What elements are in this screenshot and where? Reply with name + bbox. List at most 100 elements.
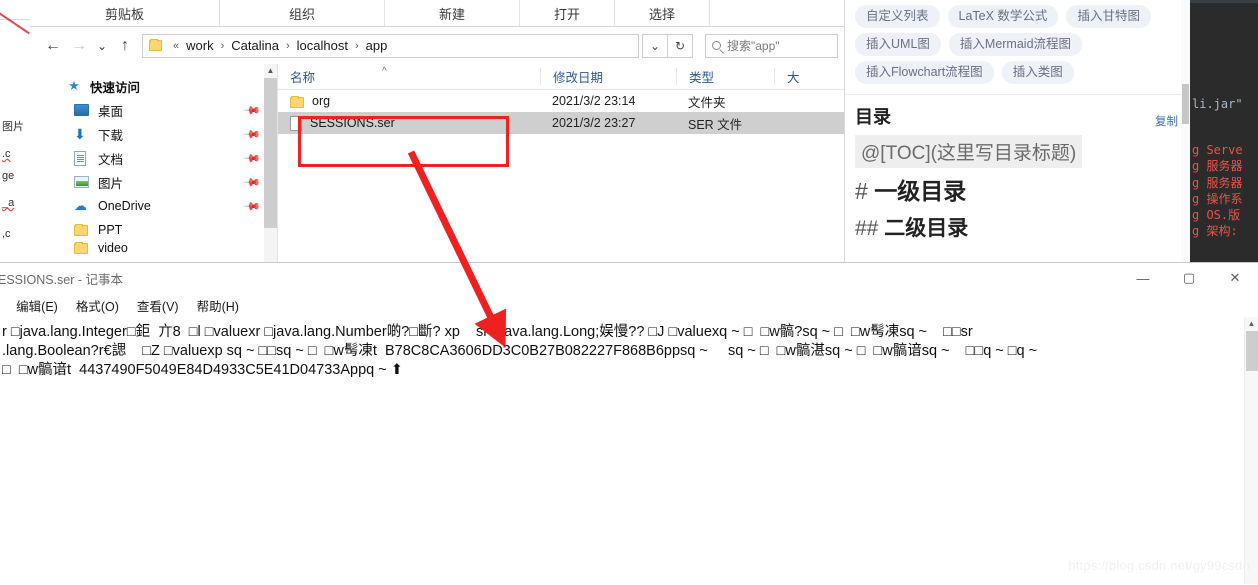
sidebar-item-pictures[interactable]: 图片 📌 [30,170,277,194]
breadcrumb-item-localhost[interactable]: localhost [295,38,350,53]
menu-item-help[interactable]: 帮助(H) [197,296,239,315]
scrollbar-thumb[interactable] [264,78,277,228]
file-modified: 2021/3/2 23:14 [552,94,636,108]
forward-icon[interactable]: → [66,33,92,59]
pin-icon[interactable]: 📌 [243,173,262,192]
sidebar-scrollbar[interactable]: ▲ [264,64,277,262]
menu-item-format[interactable]: 格式(O) [76,296,119,315]
ribbon-group-clipboard[interactable]: 剪贴板 [30,0,220,27]
tag-insert-flowchart[interactable]: 插入Flowchart流程图 [855,61,994,84]
scrollbar-thumb[interactable] [1246,331,1258,371]
notepad-window: ESSIONS.ser - 记事本 — ▢ ✕ ) 编辑(E) 格式(O) 查看… [0,262,1258,585]
pin-icon[interactable]: 📌 [243,125,262,144]
tag-latex-formula[interactable]: LaTeX 数学公式 [947,5,1059,28]
file-modified: 2021/3/2 23:27 [552,116,636,130]
column-header-type[interactable]: 类型 [676,68,774,85]
sidebar-item-quick-access[interactable]: ★ 快速访问 [30,74,277,98]
table-row[interactable]: org 2021/3/2 23:14 文件夹 [278,90,844,112]
terminal-top-strip [1190,0,1258,3]
bg-fragment-0: 图片 [2,121,24,133]
notepad-scrollbar[interactable]: ▲ [1244,317,1258,584]
folder-icon [74,242,90,254]
folder-icon [149,39,162,51]
ribbon-group-label: 组织 [288,6,315,22]
sidebar-item-label: 快速访问 [90,80,141,95]
pin-icon[interactable]: 📌 [243,197,262,216]
file-name-cell: org [278,94,540,108]
sidebar-item-downloads[interactable]: ⬇ 下载 📌 [30,122,277,146]
ribbon-group-organize[interactable]: 组织 [220,0,385,27]
scrollbar-thumb[interactable] [1182,84,1189,124]
pin-icon[interactable]: 📌 [243,101,262,120]
markdown-editor-panel: 自定义列表 LaTeX 数学公式 插入甘特图 插入UML图 插入Mermaid流… [845,0,1190,262]
maximize-button[interactable]: ▢ [1166,263,1212,293]
terminal-spacer-2 [1190,112,1258,142]
column-header-name[interactable]: 名称 [278,68,540,85]
sidebar-item-onedrive[interactable]: ☁ OneDrive 📌 [30,194,277,218]
sidebar-item-video[interactable]: video [30,242,277,254]
sidebar-item-desktop[interactable]: 桌面 📌 [30,98,277,122]
sidebar-item-label: 文档 [98,152,124,167]
tag-insert-gantt[interactable]: 插入甘特图 [1066,5,1151,28]
screenshot-root: 图片 .c ge _a ,c 剪贴板 组织 新建 打开 选择 ← → ⌄ ↑ «… [0,0,1258,585]
sidebar-item-documents[interactable]: 文档 📌 [30,146,277,170]
ribbon-group-open[interactable]: 打开 [520,0,615,27]
column-header-modified[interactable]: 修改日期 [540,68,676,85]
addressbar-buttons: ⌄ ↻ [642,33,693,58]
chevron-down-icon[interactable]: ⌄ [642,33,668,58]
background-window-sliver: 图片 .c ge _a ,c [0,0,30,262]
tag-custom-list[interactable]: 自定义列表 [855,5,940,28]
tag-insert-uml[interactable]: 插入UML图 [855,33,941,56]
download-icon: ⬇ [74,126,86,142]
bg-fragment-2: ge [2,170,15,182]
search-input[interactable]: 搜索"app" [705,33,838,58]
ribbon-group-select[interactable]: 选择 [615,0,710,27]
ribbon-group-label: 打开 [553,6,580,22]
file-name: org [312,94,331,108]
star-icon: ★ [68,78,80,93]
breadcrumb-item-catalina[interactable]: Catalina [229,38,281,53]
ribbon-group-label: 选择 [648,6,675,22]
sidebar-item-ppt[interactable]: PPT [30,218,277,242]
terminal-line-0: li.jar" [1192,97,1243,111]
notepad-title-bar: ESSIONS.ser - 记事本 — ▢ ✕ [0,263,1258,293]
markdown-section-header: 目录 复制 [845,95,1190,129]
file-type: 文件夹 [688,95,726,110]
window-controls: — ▢ ✕ [1120,263,1258,293]
up-icon[interactable]: ↑ [112,33,138,59]
close-button[interactable]: ✕ [1212,263,1258,293]
heading-text: 一级目录 [874,178,967,204]
document-icon [74,150,90,166]
column-header-size[interactable]: 大 [774,68,834,85]
notepad-line-1: .lang.Boolean?r€諰 □Z □valuexp sq ~ □□sq … [2,343,1038,359]
tag-insert-class-diagram[interactable]: 插入类图 [1001,61,1074,84]
sidebar-item-label: 图片 [98,176,124,191]
ribbon-group-new[interactable]: 新建 [385,0,520,27]
notepad-menu-bar: ) 编辑(E) 格式(O) 查看(V) 帮助(H) [0,293,1258,317]
refresh-icon[interactable]: ↻ [667,33,693,58]
notepad-text-area[interactable]: r □java.lang.Integer□鉅 亣8 □l □valuexr □j… [0,317,1258,584]
markdown-heading-1: # 一级目录 [855,172,1180,206]
breadcrumb-item-work[interactable]: work [184,38,215,53]
folder-icon [74,222,90,238]
breadcrumb[interactable]: « work › Catalina › localhost › app [142,33,639,58]
scroll-up-icon[interactable]: ▲ [1245,317,1258,331]
recent-locations-icon[interactable]: ⌄ [92,33,112,59]
terminal-line-3: g 服务器 [1192,175,1243,190]
menu-item-view[interactable]: 查看(V) [137,296,179,315]
copy-button[interactable]: 复制 [1155,113,1178,129]
terminal-line-5: g OS.版 [1192,207,1241,222]
menu-item-edit[interactable]: 编辑(E) [16,296,58,315]
scroll-up-icon[interactable]: ▲ [264,64,277,78]
breadcrumb-item-app[interactable]: app [364,38,390,53]
tag-insert-mermaid[interactable]: 插入Mermaid流程图 [948,33,1083,56]
back-icon[interactable]: ← [40,33,66,59]
section-title: 目录 [855,107,891,127]
annotation-highlight-box [298,116,509,167]
ribbon-group-label: 剪贴板 [104,6,144,22]
markdown-scrollbar[interactable] [1181,0,1190,262]
bg-fragment-1: .c [2,148,11,160]
minimize-button[interactable]: — [1120,263,1166,293]
notepad-line-0: r □java.lang.Integer□鉅 亣8 □l □valuexr □j… [2,324,973,340]
pin-icon[interactable]: 📌 [243,149,262,168]
